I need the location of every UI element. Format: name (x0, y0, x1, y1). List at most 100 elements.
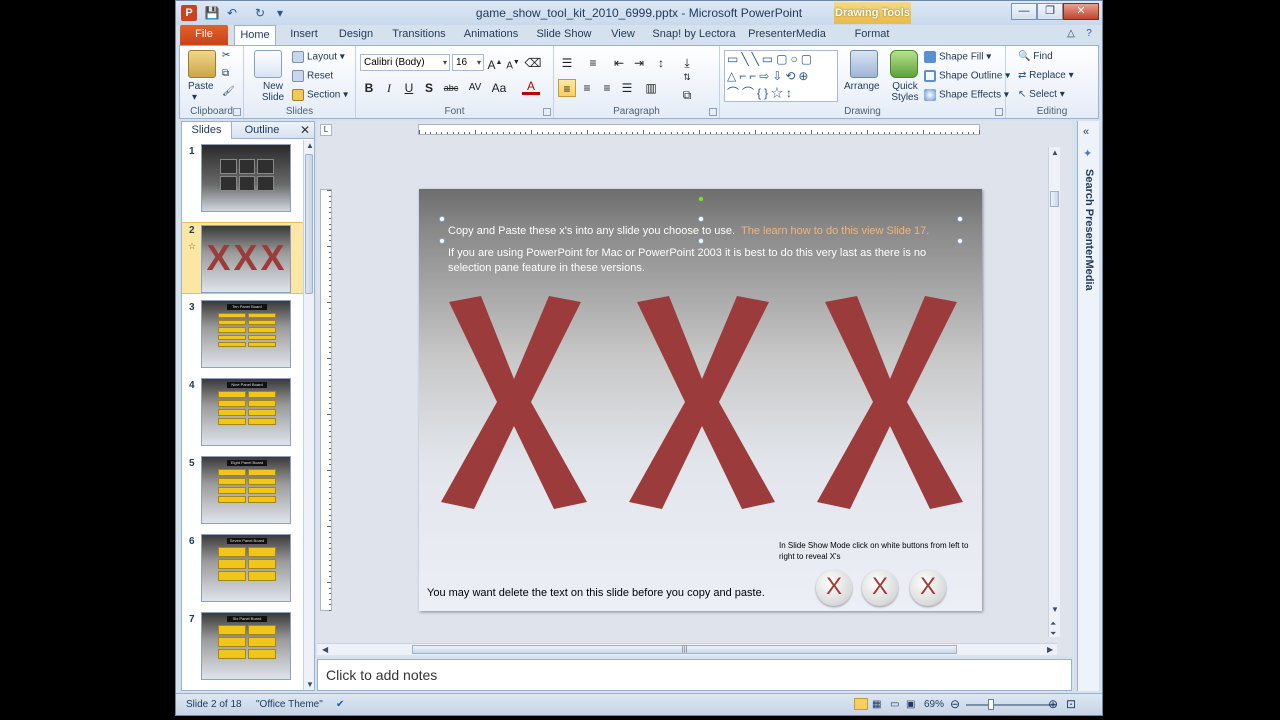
increase-indent-icon[interactable]: ⇥ (630, 54, 648, 72)
slide-thumbnail-6[interactable]: 6 Seven Panel Board (182, 534, 304, 606)
justify-icon[interactable]: ☰ (618, 79, 636, 97)
selection-handle[interactable] (957, 238, 963, 244)
slide-vertical-scrollbar[interactable]: ▲ ▼ ⏶ ⏷ (1048, 147, 1060, 639)
paragraph-launcher-icon[interactable] (709, 108, 717, 116)
bottom-instruction-text[interactable]: You may want delete the text on this sli… (427, 587, 765, 599)
maximize-button[interactable]: ❐ (1037, 3, 1063, 20)
scroll-left-icon[interactable]: ◀ (322, 645, 328, 654)
slide-thumbnail-7[interactable]: 7 Six Panel Board (182, 612, 304, 684)
slide-sorter-icon[interactable]: ▦ (872, 699, 881, 710)
fit-to-window-icon[interactable]: ⊡ (1066, 697, 1076, 711)
presentermedia-icon[interactable]: ✦ (1083, 147, 1092, 160)
align-center-icon[interactable]: ≡ (578, 79, 596, 97)
search-presentermedia-label[interactable]: Search PresenterMedia (1081, 169, 1095, 291)
replace-button[interactable]: ⇄ Replace ▾ (1018, 70, 1074, 81)
tab-animations[interactable]: Animations (461, 25, 521, 45)
minimize-ribbon-icon[interactable]: △ (1064, 27, 1078, 41)
font-name-combo[interactable]: Calibri (Body) ▾ (360, 54, 450, 71)
tab-snap-by-lectora[interactable]: Snap! by Lectora (652, 25, 736, 45)
slideshow-hint-text[interactable]: In Slide Show Mode click on white button… (779, 540, 968, 562)
align-right-icon[interactable]: ≡ (598, 79, 616, 97)
selection-handle[interactable] (439, 216, 445, 222)
columns-icon[interactable]: ▥ (642, 79, 660, 97)
zoom-slider-thumb[interactable] (988, 699, 994, 710)
tab-insert[interactable]: Insert (284, 25, 324, 45)
zoom-in-icon[interactable]: ⊕ (1048, 697, 1058, 711)
scroll-up-icon[interactable]: ▲ (1051, 148, 1059, 157)
zoom-out-icon[interactable]: ⊖ (950, 697, 960, 711)
shape-effects-button[interactable]: Shape Effects ▾ (924, 89, 1009, 101)
theme-name[interactable]: "Office Theme" (256, 699, 323, 710)
new-slide-button[interactable]: New Slide (258, 81, 288, 103)
decrease-indent-icon[interactable]: ⇤ (610, 54, 628, 72)
tab-slides[interactable]: Slides (182, 122, 232, 139)
shape-outline-button[interactable]: Shape Outline ▾ (924, 70, 1010, 82)
slide-horizontal-scrollbar[interactable]: ◀ ||| ▶ (317, 643, 1057, 655)
normal-view-icon[interactable] (854, 698, 868, 710)
slide-instruction-textbox[interactable]: Copy and Paste these x's into any slide … (448, 225, 929, 237)
help-icon[interactable]: ? (1082, 27, 1096, 41)
find-button[interactable]: 🔍 Find (1018, 51, 1053, 62)
paste-button[interactable]: Paste (188, 81, 214, 92)
bold-button[interactable]: B (360, 79, 378, 97)
character-spacing-button[interactable]: AV (464, 79, 486, 97)
zoom-level[interactable]: 69% (924, 699, 944, 710)
quick-styles-icon[interactable] (890, 50, 918, 78)
reveal-x-button-2[interactable]: X (862, 570, 898, 606)
spell-check-icon[interactable]: ✔ (336, 699, 344, 710)
scroll-right-icon[interactable]: ▶ (1047, 645, 1053, 654)
copy-icon[interactable]: ⧉ (222, 68, 229, 79)
new-slide-icon[interactable] (254, 50, 282, 78)
close-button[interactable]: ✕ (1063, 3, 1099, 20)
cut-icon[interactable]: ✂ (222, 50, 230, 61)
slide-thumbnail-3[interactable]: 3 Ten Panel Board (182, 300, 304, 372)
reveal-x-button-1[interactable]: X (816, 570, 852, 606)
slide-thumbnail-4[interactable]: 4 Nine Panel Board (182, 378, 304, 450)
next-slide-icon[interactable]: ⏷ (1050, 629, 1056, 639)
clear-formatting-icon[interactable]: ⌫ (524, 54, 542, 72)
reveal-x-button-3[interactable]: X (910, 570, 946, 606)
tab-design[interactable]: Design (334, 25, 378, 45)
quick-styles-button[interactable]: Quick Styles (888, 81, 922, 103)
close-pane-icon[interactable]: ✕ (300, 123, 310, 137)
slide-thumbnail-2[interactable]: 2 ☆ XXX (182, 222, 304, 294)
horizontal-ruler[interactable] (418, 124, 980, 135)
scrollbar-thumb[interactable]: ||| (412, 645, 957, 654)
scrollbar-thumb[interactable] (1050, 191, 1059, 207)
selection-handle[interactable] (698, 216, 704, 222)
reset-button[interactable]: Reset (292, 70, 333, 82)
strikethrough-button[interactable]: abc (440, 79, 462, 97)
tab-transitions[interactable]: Transitions (388, 25, 450, 45)
vertical-ruler[interactable] (320, 189, 332, 611)
tab-slide-show[interactable]: Slide Show (532, 25, 596, 45)
align-text-icon[interactable]: ⇅ (678, 68, 696, 86)
minimize-button[interactable]: — (1011, 3, 1037, 20)
select-button[interactable]: ↖ Select ▾ (1018, 89, 1065, 100)
slide-canvas[interactable]: Copy and Paste these x's into any slide … (419, 189, 982, 611)
reading-view-icon[interactable]: ▭ (890, 699, 899, 710)
tab-view[interactable]: View (606, 25, 640, 45)
clipboard-launcher-icon[interactable] (233, 108, 241, 116)
font-size-combo[interactable]: 16 ▾ (452, 54, 484, 71)
slide-show-icon[interactable]: ▣ (906, 699, 915, 710)
big-x-shape-1[interactable] (439, 294, 589, 514)
format-painter-icon[interactable]: 🖌 (222, 86, 235, 97)
font-name-dropdown-icon[interactable]: ▾ (443, 55, 447, 70)
smartart-icon[interactable]: ⧉ (678, 86, 696, 104)
shrink-font-icon[interactable]: A▼ (504, 54, 522, 72)
scroll-down-icon[interactable]: ▼ (1051, 605, 1059, 614)
zoom-slider[interactable] (966, 704, 1056, 706)
font-color-button[interactable]: A (522, 79, 540, 95)
align-left-icon[interactable]: ≡ (558, 79, 576, 97)
numbering-icon[interactable]: ≡ (584, 54, 602, 72)
shapes-gallery[interactable]: ▭╲╲▭▢○▢ △⌐⌐⇨⇩⟲⊕ ⌒⌒{}☆↕ (724, 50, 838, 102)
tab-home[interactable]: Home (234, 25, 276, 45)
previous-slide-icon[interactable]: ⏶ (1050, 619, 1056, 629)
tab-outline[interactable]: Outline (234, 122, 290, 139)
big-x-shape-2[interactable] (627, 294, 777, 514)
tab-presentermedia[interactable]: PresenterMedia (746, 25, 828, 45)
text-shadow-button[interactable]: S (420, 79, 438, 97)
paste-dropdown-icon[interactable]: ▾ (192, 92, 197, 103)
font-size-dropdown-icon[interactable]: ▾ (477, 55, 481, 70)
slide-thumbnail-1[interactable]: 1 (182, 144, 304, 216)
